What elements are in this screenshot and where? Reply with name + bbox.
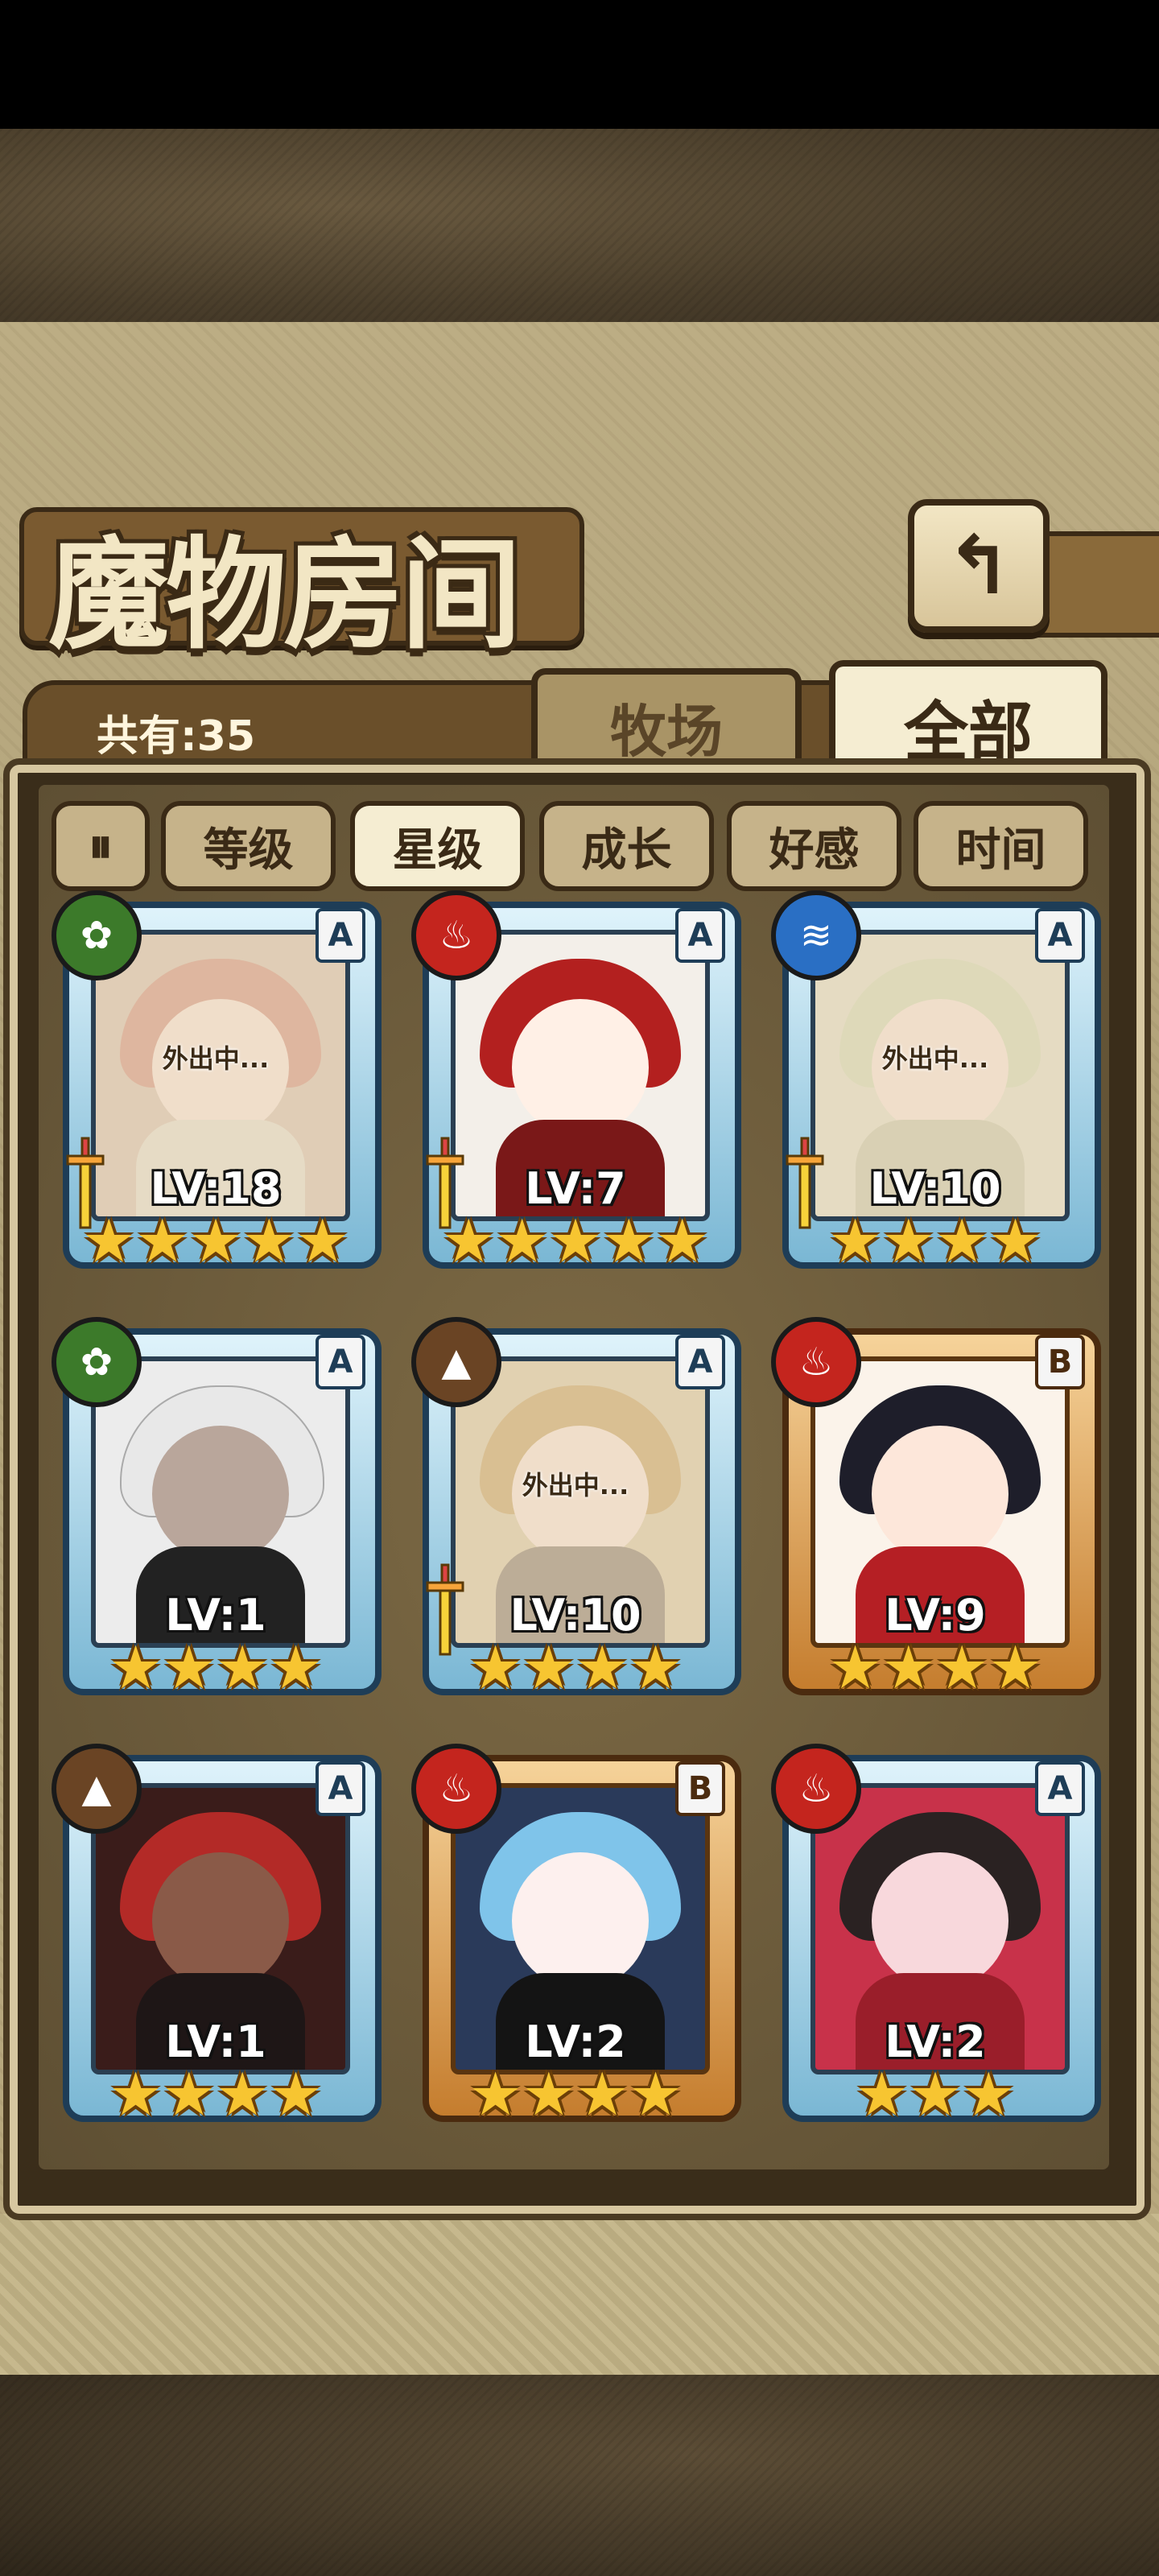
star-rating: ★★★★ bbox=[468, 1633, 683, 1703]
map-background-top bbox=[0, 129, 1159, 322]
monster-count: 共有:35 bbox=[97, 712, 256, 761]
monster-card[interactable]: ♨ A LV:2 ★★★ bbox=[771, 1744, 1101, 2141]
rank-badge: A bbox=[316, 1761, 365, 1816]
rank-badge: A bbox=[1035, 1761, 1085, 1816]
panel-bottom-strip bbox=[0, 2214, 1159, 2375]
sort-order-toggle[interactable]: ⏸ bbox=[52, 801, 150, 891]
star-rating: ★★★ bbox=[855, 2060, 1016, 2129]
monster-card[interactable]: ♨ B LV:9 ★★★★ bbox=[771, 1317, 1101, 1715]
fire-element-icon: ♨ bbox=[411, 890, 501, 980]
rank-badge: B bbox=[675, 1761, 725, 1816]
fire-element-icon: ♨ bbox=[771, 1744, 861, 1834]
sort-stars-button[interactable]: 星级 bbox=[350, 801, 525, 891]
earth-element-icon: ▲ bbox=[52, 1744, 142, 1834]
star-rating: ★★★★ bbox=[109, 1633, 323, 1703]
away-status: 外出中... bbox=[162, 1043, 270, 1074]
back-button[interactable]: ↰ bbox=[908, 499, 1050, 633]
rank-badge: A bbox=[1035, 908, 1085, 963]
grass-element-icon: ✿ bbox=[52, 1317, 142, 1407]
fire-element-icon: ♨ bbox=[411, 1744, 501, 1834]
star-rating: ★★★★ bbox=[828, 1207, 1042, 1276]
star-rating: ★★★★ bbox=[109, 2060, 323, 2129]
tab-ranch[interactable]: 牧场 bbox=[531, 668, 802, 779]
rank-badge: A bbox=[316, 1335, 365, 1389]
star-rating: ★★★★ bbox=[828, 1633, 1042, 1703]
monster-card[interactable]: ♨ B LV:2 ★★★★ bbox=[411, 1744, 741, 2141]
grass-element-icon: ✿ bbox=[52, 890, 142, 980]
monster-card[interactable]: ✿ A 外出中... LV:18 ★★★★★ bbox=[52, 890, 382, 1288]
sort-growth-button[interactable]: 成长 bbox=[539, 801, 714, 891]
star-rating: ★★★★★ bbox=[442, 1207, 709, 1276]
monster-card[interactable]: ✿ A LV:1 ★★★★ bbox=[52, 1317, 382, 1715]
map-background-bottom bbox=[0, 2375, 1159, 2576]
star-rating: ★★★★ bbox=[468, 2060, 683, 2129]
monster-card[interactable]: ▲ A LV:1 ★★★★ bbox=[52, 1744, 382, 2141]
sort-level-button[interactable]: 等级 bbox=[161, 801, 336, 891]
away-status: 外出中... bbox=[522, 1470, 629, 1501]
fire-element-icon: ♨ bbox=[771, 1317, 861, 1407]
monster-card[interactable]: ≋ A 外出中... LV:10 ★★★★ bbox=[771, 890, 1101, 1288]
monster-card[interactable]: ▲ A 外出中... LV:10 ★★★★ bbox=[411, 1317, 741, 1715]
page-title: 魔物房间 bbox=[48, 524, 522, 666]
rank-badge: A bbox=[675, 908, 725, 963]
star-rating: ★★★★★ bbox=[82, 1207, 349, 1276]
rank-badge: A bbox=[316, 908, 365, 963]
sort-time-button[interactable]: 时间 bbox=[914, 801, 1088, 891]
sort-order-icon: ⏸ bbox=[89, 818, 113, 874]
earth-element-icon: ▲ bbox=[411, 1317, 501, 1407]
back-arrow-icon: ↰ bbox=[945, 518, 1013, 613]
rank-badge: A bbox=[675, 1335, 725, 1389]
monster-card[interactable]: ♨ A LV:7 ★★★★★ bbox=[411, 890, 741, 1288]
away-status: 外出中... bbox=[881, 1043, 989, 1074]
sort-affection-button[interactable]: 好感 bbox=[727, 801, 901, 891]
water-element-icon: ≋ bbox=[771, 890, 861, 980]
rank-badge: B bbox=[1035, 1335, 1085, 1389]
status-bar bbox=[0, 0, 1159, 129]
